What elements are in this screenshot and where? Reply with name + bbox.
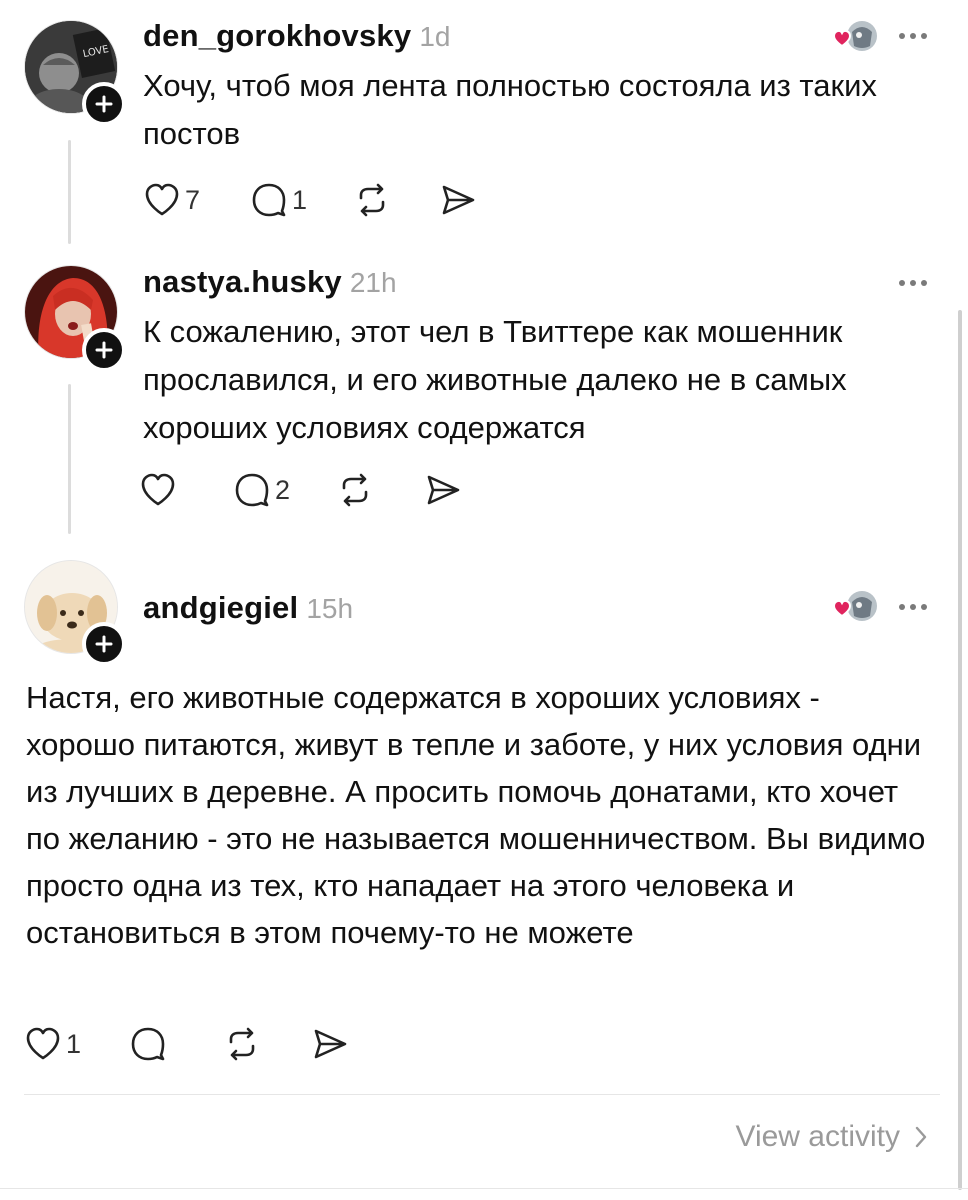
comment-icon <box>131 1027 165 1061</box>
send-icon <box>314 1029 347 1059</box>
follow-plus-button[interactable] <box>82 622 126 666</box>
repost-button[interactable] <box>353 182 391 218</box>
share-button[interactable] <box>424 472 462 508</box>
scrollbar[interactable] <box>958 310 962 1190</box>
post-actions: 1 <box>24 1022 349 1066</box>
repost-button[interactable] <box>336 472 374 508</box>
heart-icon <box>26 1027 60 1060</box>
heart-icon <box>145 183 179 216</box>
post-header: nastya.husky 21h <box>143 264 397 300</box>
share-button[interactable] <box>311 1026 349 1062</box>
reply-button[interactable] <box>129 1026 171 1062</box>
like-count: 7 <box>185 184 201 215</box>
comment-icon <box>235 473 269 507</box>
like-button[interactable]: 7 <box>143 182 200 218</box>
post-header: andgiegiel 15h <box>143 590 353 626</box>
timestamp: 1d <box>419 21 451 52</box>
view-activity-label: View activity <box>735 1120 900 1153</box>
repost-icon <box>342 473 368 507</box>
thread-line <box>68 140 71 244</box>
liked-by-avatar-icon[interactable] <box>826 20 882 56</box>
plus-icon <box>95 341 113 359</box>
username[interactable]: nastya.husky <box>143 264 342 300</box>
repost-button[interactable] <box>223 1026 261 1062</box>
divider <box>24 1094 940 1095</box>
post-actions: 2 <box>139 468 462 512</box>
timestamp: 21h <box>349 267 397 298</box>
bottom-divider <box>0 1188 968 1189</box>
comment-icon <box>252 183 286 217</box>
heart-icon <box>141 473 175 506</box>
like-count: 1 <box>66 1028 82 1059</box>
share-button[interactable] <box>439 182 477 218</box>
post-header: den_gorokhovsky 1d <box>143 18 450 54</box>
reply-button[interactable]: 1 <box>250 182 307 218</box>
chevron-right-icon <box>915 1126 927 1148</box>
liked-by-avatar-icon[interactable] <box>826 590 882 626</box>
more-options-button[interactable] <box>899 604 927 610</box>
reply-count: 1 <box>292 184 308 215</box>
post-text: Хочу, чтоб моя лента полностью состояла … <box>143 68 877 151</box>
plus-icon <box>95 635 113 653</box>
more-options-button[interactable] <box>899 33 927 39</box>
reply-button[interactable]: 2 <box>233 472 290 508</box>
like-button[interactable]: 1 <box>24 1026 81 1062</box>
plus-icon <box>95 95 113 113</box>
send-icon <box>442 185 475 215</box>
post-text: К сожалению, этот чел в Твиттере как мош… <box>143 314 847 445</box>
post-actions: 7 1 <box>143 178 477 222</box>
thread-line <box>68 384 71 534</box>
repost-icon <box>359 183 385 217</box>
send-icon <box>427 475 460 505</box>
reply-count: 2 <box>275 474 291 505</box>
username[interactable]: den_gorokhovsky <box>143 18 411 54</box>
view-activity-link[interactable]: View activity <box>735 1120 928 1154</box>
like-button[interactable] <box>139 472 181 508</box>
post-text: Настя, его животные содержатся в хороших… <box>26 680 926 950</box>
username[interactable]: andgiegiel <box>143 590 298 626</box>
repost-icon <box>229 1027 255 1061</box>
more-options-button[interactable] <box>899 280 927 286</box>
follow-plus-button[interactable] <box>82 328 126 372</box>
follow-plus-button[interactable] <box>82 82 126 126</box>
timestamp: 15h <box>306 593 354 624</box>
